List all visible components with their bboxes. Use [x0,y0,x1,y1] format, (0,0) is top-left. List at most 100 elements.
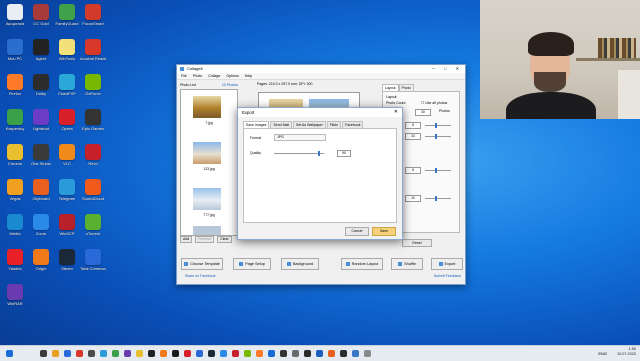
taskbar-app-icon[interactable] [124,350,131,357]
taskbar-app-icon[interactable] [232,350,239,357]
spin-2[interactable]: 33 [405,133,421,140]
taskbar-app-icon[interactable] [76,350,83,357]
taskbar-app-icon[interactable] [316,350,323,357]
taskbar-app-icon[interactable] [64,350,71,357]
taskbar-app-icon[interactable] [268,350,275,357]
submit-feedback-link[interactable]: Submit Feedback [434,274,461,278]
photo-thumb[interactable] [193,188,221,210]
taskbar-app-icon[interactable] [256,350,263,357]
shuffle-button[interactable]: Shuffle [391,258,423,270]
desktop-icon[interactable]: Epic Games [80,109,106,131]
desktop-icon[interactable]: GeForce [80,74,106,96]
tab-facebook[interactable]: Facebook [342,121,364,128]
desktop-icon[interactable]: FamilyGuard [54,4,80,26]
taskbar-app-icon[interactable] [328,350,335,357]
start-icon[interactable] [6,350,13,357]
desktop-icon[interactable]: Chrome [2,144,28,166]
add-photo-button[interactable]: Add [180,236,193,243]
desktop-icon[interactable]: WinRAR [2,284,28,306]
desktop-icon[interactable]: Obs Studio [28,144,54,166]
taskbar-app-icon[interactable] [304,350,311,357]
desktop-icon[interactable]: Ακοματικά [2,4,28,26]
window-titlebar[interactable]: Collagelt ─ □ ✕ [177,65,465,73]
desktop-icon[interactable]: Total Commander [80,249,106,271]
photo-thumb[interactable] [193,96,221,118]
tab-send-mail[interactable]: Send Mail [270,121,293,128]
desktop-icon[interactable]: Steam [54,249,80,271]
desktop-icon[interactable]: Telegram [54,179,80,201]
use-all-checkbox[interactable]: ☐ Use all photos [421,101,447,105]
spin-4[interactable]: 10 [405,195,421,202]
desktop-icon[interactable]: Firefox [2,74,28,96]
cancel-button[interactable]: Cancel [345,227,369,236]
menu-file[interactable]: File [181,74,187,78]
taskbar-app-icon[interactable] [244,350,251,357]
slider-4[interactable] [425,196,451,201]
taskbar-app-icon[interactable] [184,350,191,357]
desktop-icon[interactable]: Media [2,214,28,236]
reset-button[interactable]: Reset [402,239,432,247]
remove-photo-button[interactable]: Remove [195,236,215,243]
export-button[interactable]: Export [431,258,463,270]
tab-flickr[interactable]: Flickr [326,121,342,128]
desktop-icon[interactable]: WinTools [54,39,80,61]
tab-save-images[interactable]: Save Images [243,121,270,128]
save-button[interactable]: Save [372,227,396,236]
taskbar-app-icon[interactable] [148,350,155,357]
taskbar-app-icon[interactable] [208,350,215,357]
taskbar-app-icon[interactable] [292,350,299,357]
menu-help[interactable]: Help [245,74,252,78]
taskbar-app-icon[interactable] [280,350,287,357]
taskbar-app-icon[interactable] [160,350,167,357]
quality-input[interactable]: 90 [337,150,351,157]
desktop-icon[interactable]: Clipboard [28,179,54,201]
taskbar-app-icon[interactable] [352,350,359,357]
choose-template-button[interactable]: Choose Template [181,258,223,270]
desktop-icon[interactable]: Kaspersky [2,109,28,131]
desktop-icon[interactable]: FlashFXP [54,74,80,96]
desktop-icon[interactable]: Origin [28,249,54,271]
slider-2[interactable] [425,134,451,139]
clear-photos-button[interactable]: Clear [217,236,232,243]
slider-1[interactable] [425,123,451,128]
menu-photo[interactable]: Photo [193,74,202,78]
slider-3[interactable] [425,168,451,173]
language-indicator[interactable]: ENG [598,351,607,356]
desktop-icon[interactable]: Vegas [2,179,28,201]
clock[interactable]: 1:50 10.07.2020 [617,347,636,357]
desktop-icon[interactable]: WinSCP [54,214,80,236]
taskbar-app-icon[interactable] [88,350,95,357]
taskbar-app-icon[interactable] [172,350,179,357]
dialog-titlebar[interactable]: Export ✕ [238,108,402,117]
background-button[interactable]: Background [281,258,319,270]
desktop-icon[interactable]: VLC [54,144,80,166]
desktop-icon[interactable]: FocusSmart [80,4,106,26]
photo-list[interactable]: 7.jpg 123.jpg 777.jpg [180,89,238,236]
desktop-icon[interactable]: Revo [80,144,106,166]
spin-3[interactable]: 5 [405,167,421,174]
window-controls[interactable]: ─ □ ✕ [432,65,463,73]
page-setup-button[interactable]: Page Setup [233,258,271,270]
taskbar-app-icon[interactable] [52,350,59,357]
desktop-icon[interactable]: SoundCloud [80,179,106,201]
taskbar-app-icon[interactable] [100,350,107,357]
desktop-icon[interactable]: Acrobat Reader [80,39,106,61]
spin-1[interactable]: 6 [405,122,421,129]
tab-set-wallpaper[interactable]: Set As Wallpaper [293,121,326,128]
desktop-icon[interactable]: Lightshot [28,109,54,131]
taskbar-app-icon[interactable] [364,350,371,357]
quality-slider[interactable] [274,151,324,156]
taskbar-app-icon[interactable] [220,350,227,357]
random-layout-button[interactable]: Random Layout [341,258,383,270]
desktop-icon[interactable]: uTorrent [80,214,106,236]
desktop-icon[interactable]: Μου PC [2,39,28,61]
desktop-icon[interactable]: CC Gold [28,4,54,26]
menu-collage[interactable]: Collage [208,74,220,78]
photos-count-input[interactable]: 30 [415,109,431,116]
taskbar-app-icon[interactable] [40,350,47,357]
taskbar-app-icon[interactable] [340,350,347,357]
photo-thumb[interactable] [193,226,221,235]
desktop-icon[interactable]: Agent [28,39,54,61]
desktop-icon[interactable]: Yandex [2,249,28,271]
close-icon[interactable]: ✕ [394,108,398,117]
